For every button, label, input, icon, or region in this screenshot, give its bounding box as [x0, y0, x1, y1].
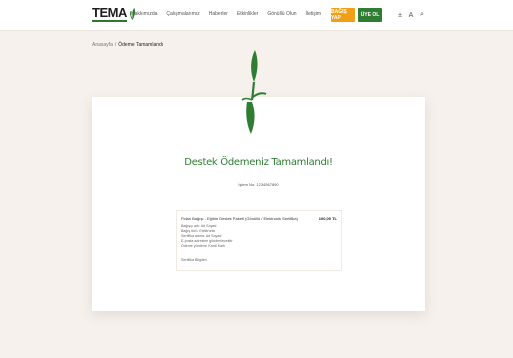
main-nav: Hakkımızda Çalışmalarımız Haberler Etkin… — [131, 11, 321, 17]
summary-line: Sertifika adına: Ad Soyad — [181, 234, 222, 238]
summary-line: Bağışçı adı: Ad Soyad — [181, 224, 217, 228]
font-size-icon[interactable]: A — [406, 10, 416, 20]
breadcrumb-separator: / — [114, 42, 117, 48]
transaction-number: İşlem No: 1234567890 — [238, 182, 279, 187]
summary-product: Fidan Bağışı - Eğitim Destek Paketi (Gön… — [181, 216, 298, 221]
nav-item-volunteer[interactable]: Gönüllü Olun — [267, 11, 296, 17]
nav-item-contact[interactable]: İletişim — [306, 11, 322, 17]
page-title: Destek Ödemeniz Tamamlandı! — [184, 157, 333, 168]
summary-amount: 100,00 TL — [318, 216, 337, 221]
site-header: TEMA Hakkımızda Çalışmalarımız Haberler … — [0, 0, 513, 31]
summary-line: Ödeme yöntemi: Kredi Kartı — [181, 244, 226, 248]
summary-line: E-posta adresine gönderilecektir — [181, 239, 233, 243]
search-icon[interactable]: ⌕ — [417, 10, 427, 20]
breadcrumb-home[interactable]: Anasayfa — [92, 42, 113, 48]
summary-line: Bağış türü: Elektronik — [181, 229, 216, 233]
summary-footer-link[interactable]: Sertifika Bilgileri — [181, 258, 207, 262]
breadcrumb: Anasayfa / Ödeme Tamamlandı — [92, 42, 163, 48]
nav-item-events[interactable]: Etkinlikler — [237, 11, 258, 17]
order-summary: Fidan Bağışı - Eğitim Destek Paketi (Gön… — [176, 210, 342, 271]
accessibility-icon[interactable]: ± — [395, 10, 405, 20]
member-button[interactable]: ÜYE OL — [358, 8, 382, 22]
breadcrumb-current: Ödeme Tamamlandı — [118, 42, 164, 48]
tree-illustration-icon — [241, 50, 267, 134]
donate-button[interactable]: BAĞIŞ YAP — [331, 8, 355, 22]
logo-text: TEMA — [92, 5, 127, 22]
nav-item-about[interactable]: Hakkımızda — [131, 11, 157, 17]
nav-item-news[interactable]: Haberler — [209, 11, 228, 17]
nav-item-works[interactable]: Çalışmalarımız — [166, 11, 199, 17]
